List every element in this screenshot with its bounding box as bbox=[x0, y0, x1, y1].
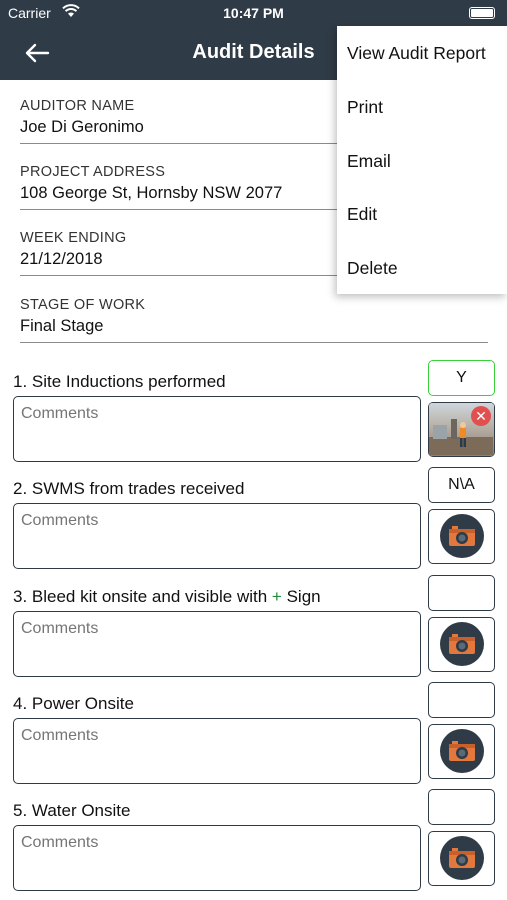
question-text: 3. Bleed kit onsite and visible with + S… bbox=[13, 587, 321, 607]
menu-item-view-audit-report[interactable]: View Audit Report bbox=[347, 43, 486, 64]
comments-input[interactable] bbox=[13, 611, 421, 677]
status-bar: Carrier 10:47 PM bbox=[0, 0, 507, 26]
question-text-part: 3. Bleed kit onsite and visible with bbox=[13, 587, 272, 606]
menu-item-email[interactable]: Email bbox=[347, 151, 391, 172]
menu-item-edit[interactable]: Edit bbox=[347, 204, 377, 225]
menu-item-print[interactable]: Print bbox=[347, 97, 383, 118]
camera-icon bbox=[440, 514, 484, 558]
camera-icon bbox=[440, 729, 484, 773]
question-text: 5. Water Onsite bbox=[13, 801, 131, 820]
answer-box[interactable] bbox=[428, 575, 495, 611]
question-text-part: Sign bbox=[281, 587, 321, 606]
field-value: Final Stage bbox=[20, 317, 104, 335]
camera-icon bbox=[440, 836, 484, 880]
answer-box[interactable] bbox=[428, 789, 495, 825]
overflow-menu: View Audit Report Print Email Edit Delet… bbox=[337, 26, 507, 294]
answer-box[interactable] bbox=[428, 682, 495, 718]
stage-of-work-field[interactable]: STAGE OF WORK Final Stage bbox=[20, 297, 488, 343]
question-text: 2. SWMS from trades received bbox=[13, 479, 245, 498]
battery-icon bbox=[469, 7, 495, 19]
add-photo-button[interactable] bbox=[428, 509, 495, 564]
add-photo-button[interactable] bbox=[428, 724, 495, 779]
comments-input[interactable] bbox=[13, 718, 421, 784]
comments-input[interactable] bbox=[13, 503, 421, 569]
remove-photo-button[interactable]: ✕ bbox=[471, 406, 491, 426]
question-text: 1. Site Inductions performed bbox=[13, 372, 226, 391]
field-label: STAGE OF WORK bbox=[20, 297, 146, 313]
question-item: 5. Water Onsite bbox=[13, 789, 495, 900]
site-photo-image: ✕ bbox=[429, 403, 494, 456]
question-item: 2. SWMS from trades received N\A bbox=[13, 467, 495, 579]
add-photo-button[interactable] bbox=[428, 831, 495, 886]
comments-input[interactable] bbox=[13, 825, 421, 891]
question-item: 3. Bleed kit onsite and visible with + S… bbox=[13, 575, 495, 687]
question-item: 4. Power Onsite bbox=[13, 682, 495, 794]
add-photo-button[interactable] bbox=[428, 617, 495, 672]
question-item: 1. Site Inductions performed Y ✕ bbox=[13, 360, 495, 472]
question-text: 4. Power Onsite bbox=[13, 694, 134, 713]
plus-sign: + bbox=[271, 587, 282, 606]
photo-thumbnail[interactable]: ✕ bbox=[428, 402, 495, 457]
status-time: 10:47 PM bbox=[223, 5, 284, 21]
comments-input[interactable] bbox=[13, 396, 421, 462]
menu-item-delete[interactable]: Delete bbox=[347, 258, 398, 279]
answer-box[interactable]: N\A bbox=[428, 467, 495, 503]
answer-box[interactable]: Y bbox=[428, 360, 495, 396]
camera-icon bbox=[440, 622, 484, 666]
